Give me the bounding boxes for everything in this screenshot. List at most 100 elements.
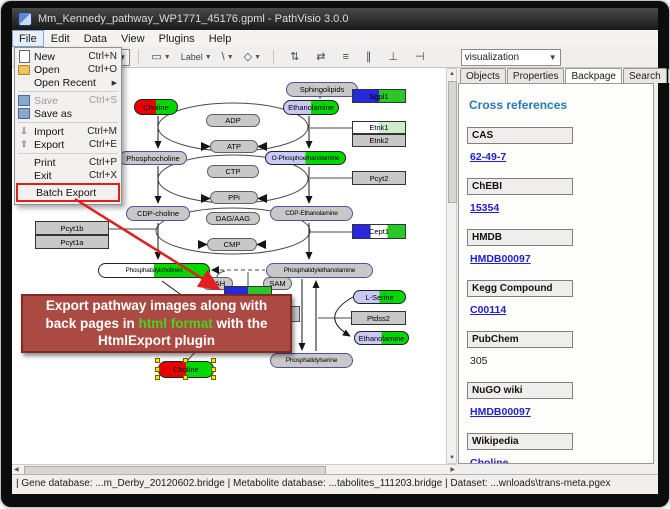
tab-objects[interactable]: Objects	[460, 68, 506, 83]
node-label: Sphingolipids	[300, 85, 345, 94]
stack-rows-button[interactable]: ≡	[339, 48, 353, 66]
app-icon	[18, 12, 32, 26]
file-menu-item-print[interactable]: PrintCtrl+P	[15, 156, 121, 169]
node-label: Choline	[173, 365, 198, 374]
crossref-link[interactable]: HMDB00097	[470, 406, 531, 418]
file-menu-item-exit[interactable]: ExitCtrl+X	[15, 169, 121, 182]
node-label: Ethanolamine	[288, 103, 334, 112]
callout-highlight: html format	[139, 316, 213, 331]
menubar-item-help[interactable]: Help	[202, 30, 239, 47]
align-center-vertical-button[interactable]: ⇅	[286, 48, 303, 66]
gene-node-etnk1[interactable]: Etnk1	[352, 121, 406, 134]
node-cdp-choline[interactable]: CDP-choline	[126, 206, 190, 221]
file-menu-item-save[interactable]: SaveCtrl+S	[15, 94, 121, 107]
scroll-left-icon[interactable]: ◀	[14, 467, 19, 473]
menubar-item-file[interactable]: File	[12, 30, 44, 47]
node-label: O-Phosphoethanolamine	[272, 155, 340, 162]
node-l-serine[interactable]: L-Serine	[353, 290, 406, 304]
label-tool[interactable]: Label▼	[177, 48, 216, 66]
selection-handle[interactable]	[183, 358, 188, 363]
selection-handle[interactable]	[183, 375, 188, 380]
node-label: Sgpl1	[369, 92, 388, 101]
gene-node-pcyt1b[interactable]: Pcyt1b	[35, 221, 109, 235]
align-right-button[interactable]: ⊣	[411, 48, 429, 66]
node-ethanolamine-top[interactable]: Ethanolamine	[283, 100, 339, 115]
crossref-title: Kegg Compound	[467, 280, 573, 297]
menu-item-label: Save	[34, 95, 85, 107]
node-ppi[interactable]: PPi	[210, 191, 258, 204]
shape-tool[interactable]: ◇▼	[240, 48, 265, 66]
crossref-value: 62-49-7	[470, 151, 645, 163]
file-menu-item-open-recent[interactable]: Open Recent▶	[15, 76, 121, 89]
gene-node-ptdss2[interactable]: Ptdss2	[351, 311, 406, 325]
align-bottom-button[interactable]: ⊥	[384, 48, 402, 66]
node-cmp[interactable]: CMP	[207, 238, 257, 251]
canvas-horizontal-scrollbar[interactable]: ◀ ▶	[12, 464, 457, 474]
crossref-link[interactable]: 15354	[470, 202, 499, 214]
node-ethanolamine-bottom[interactable]: Ethanolamine	[354, 331, 409, 345]
node-dag-aag[interactable]: DAG/AAG	[206, 212, 260, 225]
file-menu-item-open[interactable]: OpenCtrl+O	[15, 63, 121, 76]
menu-separator	[18, 91, 118, 92]
crossref-link[interactable]: HMDB00097	[470, 253, 531, 265]
menu-item-label: Print	[34, 157, 85, 169]
chevron-down-icon: ▼	[549, 53, 557, 62]
open-folder-icon	[18, 65, 30, 75]
file-menu-item-export[interactable]: ⇧ExportCtrl+E	[15, 138, 121, 151]
gene-node-pcyt1a[interactable]: Pcyt1a	[35, 235, 109, 249]
file-menu-popup: NewCtrl+NOpenCtrl+OOpen Recent▶SaveCtrl+…	[14, 47, 122, 205]
visualization-combobox[interactable]: visualization ▼	[461, 49, 561, 66]
selection-handle[interactable]	[155, 375, 160, 380]
node-adp[interactable]: ADP	[206, 114, 260, 127]
node-sphingolipids[interactable]: Sphingolipids	[286, 82, 358, 97]
save-disk-icon	[18, 95, 30, 106]
scroll-down-icon[interactable]: ▼	[449, 455, 455, 461]
gene-node-cept1[interactable]: Cept1	[352, 224, 406, 239]
node-atp[interactable]: ATP	[210, 140, 258, 153]
menubar-item-plugins[interactable]: Plugins	[152, 30, 202, 47]
selection-handle[interactable]	[155, 358, 160, 363]
selection-handle[interactable]	[211, 358, 216, 363]
node-cdp-ethanolamine[interactable]: CDP-Ethanolamine	[270, 206, 353, 221]
node-phosphatidylcholines[interactable]: Phosphatidylcholines	[98, 263, 210, 278]
file-menu-item-save-as[interactable]: Save as	[15, 107, 121, 120]
node-ctp[interactable]: CTP	[207, 165, 259, 178]
node-phosphocholine[interactable]: Phosphocholine	[119, 151, 187, 165]
line-tool[interactable]: \▼	[218, 48, 238, 66]
menu-shortcut: Ctrl+X	[89, 170, 117, 181]
gene-node-tool[interactable]: ▭▼	[147, 48, 174, 66]
node-phosphatidylserine[interactable]: Phosphatidylserine	[270, 353, 353, 368]
crossref-link[interactable]: Choline	[470, 457, 509, 464]
selection-handle[interactable]	[155, 367, 160, 372]
crossref-value: HMDB00097	[470, 406, 645, 418]
canvas-vertical-scrollbar[interactable]: ▲ ▼	[446, 68, 457, 464]
vertical-scroll-thumb[interactable]	[448, 81, 457, 203]
gene-node-pcyt2[interactable]: Pcyt2	[352, 171, 406, 185]
selection-handle[interactable]	[211, 375, 216, 380]
align-center-horizontal-button[interactable]: ⇄	[312, 48, 329, 66]
selection-handle[interactable]	[211, 367, 216, 372]
window-title: Mm_Kennedy_pathway_WP1771_45176.gpml - P…	[38, 13, 348, 25]
node-phosphatidylethanolamine[interactable]: Phosphatidylethanolamine	[266, 263, 373, 278]
file-menu-item-batch-export[interactable]: Batch Export	[16, 183, 120, 202]
gene-node-etnk2[interactable]: Etnk2	[352, 134, 406, 147]
menubar-item-view[interactable]: View	[114, 30, 152, 47]
file-menu-item-new[interactable]: NewCtrl+N	[15, 50, 121, 63]
gene-node-sgpl1[interactable]: Sgpl1	[352, 89, 406, 103]
stack-columns-button[interactable]: ∥	[362, 48, 376, 66]
node-choline-top[interactable]: Choline	[134, 99, 178, 115]
tab-backpage[interactable]: Backpage	[565, 68, 621, 83]
menubar-item-edit[interactable]: Edit	[44, 30, 77, 47]
menu-bar: FileEditDataViewPluginsHelp	[12, 30, 658, 48]
menu-item-label: Open Recent	[34, 77, 104, 89]
node-o-phosphoethanolamine[interactable]: O-Phosphoethanolamine	[265, 151, 346, 165]
side-panel: ObjectsPropertiesBackpageSearchLegend Cr…	[458, 68, 656, 464]
menubar-item-data[interactable]: Data	[77, 30, 114, 47]
tab-properties[interactable]: Properties	[507, 68, 565, 83]
file-menu-item-import[interactable]: ⇩ImportCtrl+M	[15, 125, 121, 138]
scroll-right-icon[interactable]: ▶	[450, 467, 455, 473]
tab-search[interactable]: Search	[623, 68, 667, 83]
crossref-link[interactable]: C00114	[470, 304, 506, 316]
crossref-link[interactable]: 62-49-7	[470, 151, 506, 163]
scroll-up-icon[interactable]: ▲	[449, 71, 455, 77]
